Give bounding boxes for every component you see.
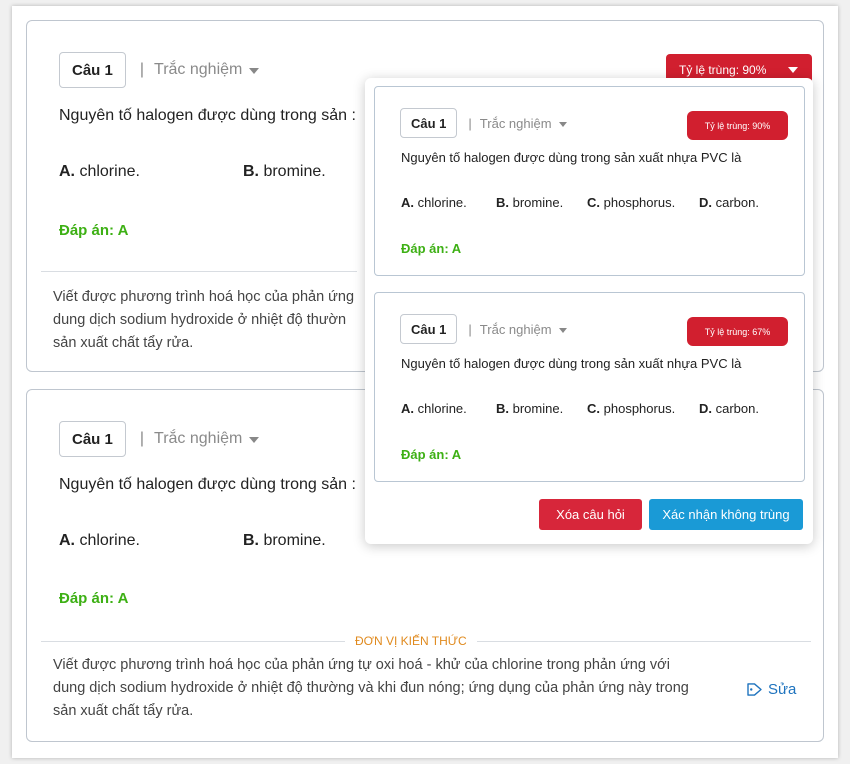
- option-a: A. chlorine.: [401, 195, 467, 210]
- duplicate-rate-badge: Tỷ lệ trùng: 67%: [687, 317, 788, 346]
- question-text: Nguyên tố halogen được dùng trong sản :: [59, 107, 356, 124]
- edit-label: Sửa: [768, 681, 797, 698]
- option-letter: B.: [243, 532, 259, 549]
- question-number-badge: Câu 1: [59, 421, 126, 457]
- option-letter: B.: [496, 195, 509, 210]
- option-letter: C.: [587, 401, 600, 416]
- option-text: bromine.: [512, 195, 564, 210]
- option-text: bromine.: [512, 401, 564, 416]
- duplicate-rate-badge: Tỷ lệ trùng: 90%: [687, 111, 788, 140]
- option-letter: D.: [699, 401, 712, 416]
- duplicate-rate-label: Tỷ lệ trùng: 90%: [679, 63, 767, 77]
- question-text: Nguyên tố halogen được dùng trong sản xu…: [401, 356, 742, 371]
- answer-text: Đáp án: A: [401, 447, 462, 462]
- section-divider: [41, 271, 357, 272]
- option-b: B. bromine.: [243, 532, 326, 550]
- knowledge-unit-text: Viết được phương trình hoá học của phản …: [53, 654, 723, 723]
- chevron-down-icon: [249, 68, 260, 74]
- question-type-dropdown[interactable]: Trắc nghiệm: [480, 322, 567, 337]
- question-type-label: Trắc nghiệm: [154, 430, 243, 447]
- option-d: D. carbon.: [699, 401, 759, 416]
- question-text: Nguyên tố halogen được dùng trong sản xu…: [401, 150, 742, 165]
- option-a: A. chlorine.: [59, 163, 140, 181]
- option-text: phosphorus.: [603, 195, 676, 210]
- option-letter: D.: [699, 195, 712, 210]
- question-number-badge: Câu 1: [400, 108, 458, 138]
- option-text: bromine.: [263, 532, 326, 549]
- option-letter: B.: [243, 163, 259, 180]
- question-header: Câu 1 | Trắc nghiệm: [59, 52, 260, 88]
- chevron-down-icon: [249, 437, 260, 443]
- duplicate-popup: Câu 1 | Trắc nghiệm Tỷ lệ trùng: 90% Ngu…: [365, 78, 813, 544]
- option-letter: B.: [496, 401, 509, 416]
- knowledge-line: Viết được phương trình hoá học của phản …: [53, 657, 670, 673]
- option-text: phosphorus.: [603, 401, 676, 416]
- option-letter: A.: [59, 163, 75, 180]
- option-letter: C.: [587, 195, 600, 210]
- option-letter: A.: [59, 532, 75, 549]
- option-b: B. bromine.: [496, 401, 563, 416]
- option-text: chlorine.: [79, 163, 140, 180]
- question-text: Nguyên tố halogen được dùng trong sản :: [59, 476, 356, 493]
- duplicate-question-2: Câu 1 | Trắc nghiệm Tỷ lệ trùng: 67% Ngu…: [374, 292, 805, 482]
- answer-text: Đáp án: A: [59, 590, 129, 607]
- chevron-down-icon: [558, 121, 567, 127]
- option-letter: A.: [401, 401, 414, 416]
- knowledge-line: dung dịch sodium hydroxide ở nhiệt độ th…: [53, 680, 689, 696]
- option-b: B. bromine.: [496, 195, 563, 210]
- header-separator: |: [139, 61, 145, 78]
- option-text: bromine.: [263, 163, 326, 180]
- question-header: Câu 1 | Trắc nghiệm: [400, 108, 567, 138]
- question-number-badge: Câu 1: [400, 314, 458, 344]
- option-a: A. chlorine.: [401, 401, 467, 416]
- option-c: C. phosphorus.: [587, 401, 675, 416]
- duplicate-question-1: Câu 1 | Trắc nghiệm Tỷ lệ trùng: 90% Ngu…: [374, 86, 805, 276]
- confirm-not-duplicate-button[interactable]: Xác nhận không trùng: [649, 499, 803, 530]
- option-c: C. phosphorus.: [587, 195, 675, 210]
- header-separator: |: [468, 321, 472, 337]
- header-separator: |: [139, 430, 145, 447]
- option-text: chlorine.: [79, 532, 140, 549]
- question-header: Câu 1 | Trắc nghiệm: [59, 421, 260, 457]
- option-b: B. bromine.: [243, 163, 326, 181]
- answer-text: Đáp án: A: [59, 222, 129, 239]
- question-type-label: Trắc nghiệm: [154, 61, 243, 78]
- question-type-label: Trắc nghiệm: [479, 115, 552, 131]
- question-header: Câu 1 | Trắc nghiệm: [400, 314, 567, 344]
- chevron-down-icon: [558, 327, 567, 333]
- option-a: A. chlorine.: [59, 532, 140, 550]
- chevron-down-icon: [788, 67, 798, 73]
- edit-button[interactable]: Sửa: [747, 681, 796, 698]
- knowledge-line: sản xuất chất tẩy rửa.: [53, 703, 194, 719]
- question-type-dropdown[interactable]: Trắc nghiệm: [154, 430, 260, 448]
- knowledge-unit-label: ĐƠN VỊ KIẾN THỨC: [345, 634, 477, 648]
- question-type-dropdown[interactable]: Trắc nghiệm: [480, 116, 567, 131]
- option-text: carbon.: [715, 401, 759, 416]
- option-text: chlorine.: [417, 195, 467, 210]
- tag-icon: [747, 683, 762, 696]
- question-type-label: Trắc nghiệm: [479, 321, 552, 337]
- option-text: carbon.: [715, 195, 759, 210]
- page: Câu 1 | Trắc nghiệm Tỷ lệ trùng: 90% Ngu…: [12, 6, 838, 758]
- delete-question-button[interactable]: Xóa câu hỏi: [539, 499, 642, 530]
- option-text: chlorine.: [417, 401, 467, 416]
- option-letter: A.: [401, 195, 414, 210]
- question-number-badge: Câu 1: [59, 52, 126, 88]
- header-separator: |: [468, 115, 472, 131]
- option-d: D. carbon.: [699, 195, 759, 210]
- question-type-dropdown[interactable]: Trắc nghiệm: [154, 61, 260, 79]
- answer-text: Đáp án: A: [401, 241, 462, 256]
